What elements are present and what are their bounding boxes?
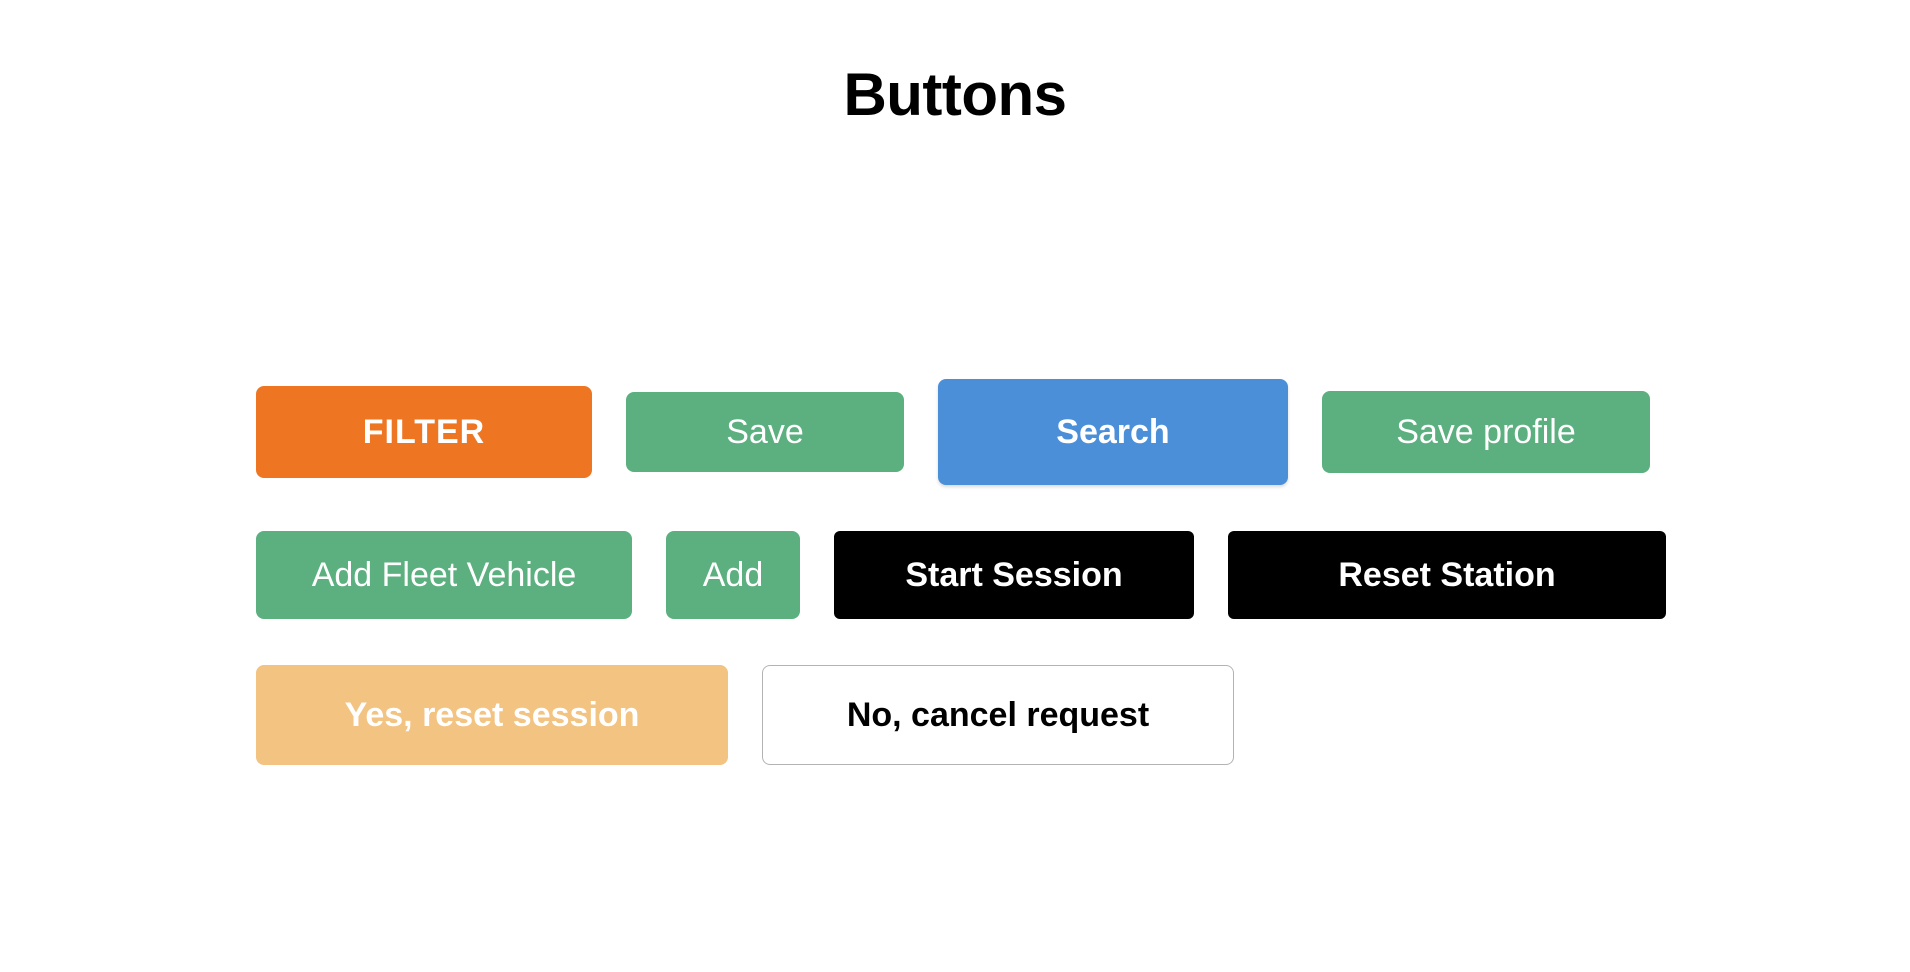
button-rows: FILTER Save Search Save profile Add Flee… <box>0 379 1910 765</box>
no-cancel-request-button[interactable]: No, cancel request <box>762 665 1234 765</box>
button-row-3: Yes, reset session No, cancel request <box>256 665 1910 765</box>
yes-reset-session-button[interactable]: Yes, reset session <box>256 665 728 765</box>
save-profile-button[interactable]: Save profile <box>1322 391 1650 473</box>
button-row-1: FILTER Save Search Save profile <box>256 379 1910 485</box>
search-button[interactable]: Search <box>938 379 1288 485</box>
page-title: Buttons <box>0 60 1910 129</box>
save-button[interactable]: Save <box>626 392 904 472</box>
add-button[interactable]: Add <box>666 531 800 619</box>
add-fleet-vehicle-button[interactable]: Add Fleet Vehicle <box>256 531 632 619</box>
filter-button[interactable]: FILTER <box>256 386 592 478</box>
reset-station-button[interactable]: Reset Station <box>1228 531 1666 619</box>
button-row-2: Add Fleet Vehicle Add Start Session Rese… <box>256 531 1910 619</box>
start-session-button[interactable]: Start Session <box>834 531 1194 619</box>
